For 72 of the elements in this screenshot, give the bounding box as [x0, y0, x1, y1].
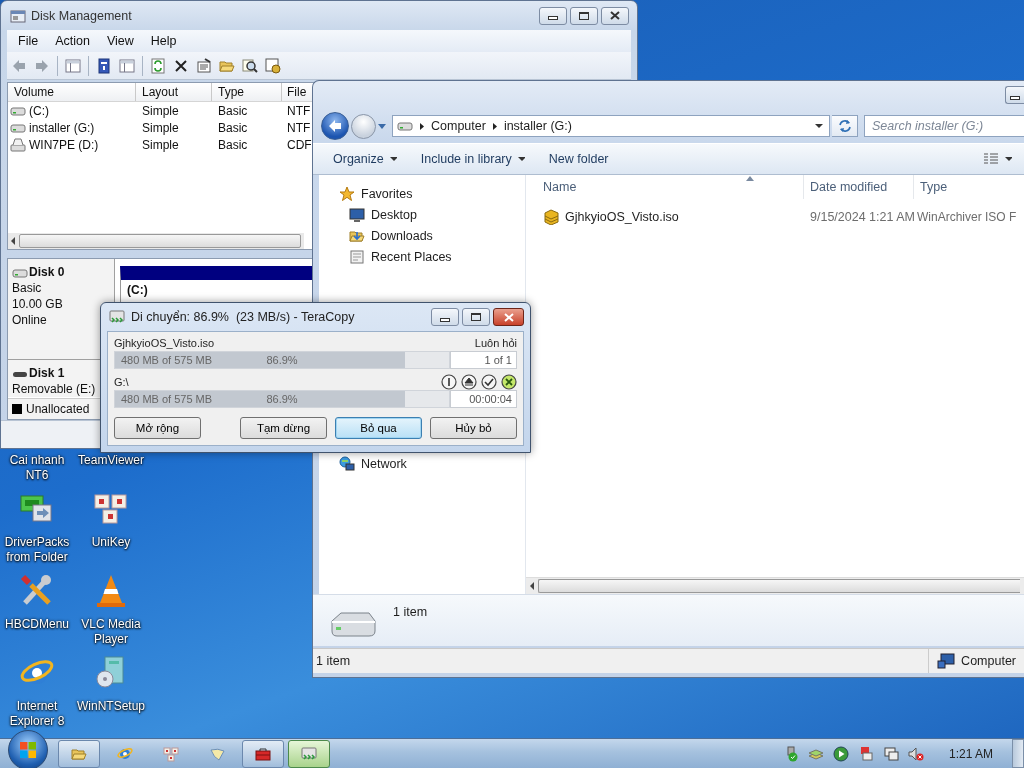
- dropdown-button[interactable]: Include in library: [412, 148, 533, 170]
- toolbar-button[interactable]: New folder: [540, 148, 617, 170]
- table-cell-text: NTF: [286, 103, 310, 118]
- type-cell-text: WinArchiver ISO F: [916, 210, 1018, 224]
- zone-text: Computer: [961, 654, 1016, 668]
- nav-item[interactable]: Desktop: [371, 207, 417, 222]
- address-bar[interactable]: Computer installer (G:): [392, 115, 830, 137]
- column-header[interactable]: Volume: [8, 83, 136, 101]
- disk-detail: Online: [12, 313, 48, 328]
- progress-percent: 86.9%: [266, 393, 298, 405]
- dialog-button[interactable]: Mở rộng: [114, 417, 201, 439]
- disk-detail: Basic: [12, 281, 43, 296]
- disk-detail: 10.00 GB: [12, 297, 64, 312]
- nav-item[interactable]: Network: [361, 456, 407, 471]
- progress-info: 00:00:04: [450, 390, 517, 408]
- table-cell-text: CDF: [286, 137, 310, 152]
- date-cell-text: 9/15/2024 1:21 AM: [809, 210, 914, 224]
- dialog-button[interactable]: Hủy bỏ: [430, 417, 517, 439]
- nav-item[interactable]: Favorites: [361, 186, 413, 201]
- breadcrumb-item[interactable]: Computer: [431, 119, 486, 133]
- column-header[interactable]: Type: [212, 83, 282, 101]
- status-text: 1 item: [316, 654, 351, 668]
- menu-item[interactable]: View: [98, 34, 143, 48]
- desktop-icon-label[interactable]: HBCDMenu: [1, 617, 73, 632]
- progress-amount: 480 MB of 575 MB: [121, 393, 213, 405]
- menu-item[interactable]: Action: [47, 34, 99, 48]
- table-cell-text: Basic: [217, 120, 249, 135]
- clock[interactable]: 1:21 AM: [948, 746, 993, 761]
- desktop-icon-label[interactable]: Internet Explorer 8: [1, 699, 73, 729]
- desktop-icon-label[interactable]: Cai nhanh NT6: [1, 453, 73, 483]
- progress-percent: 86.9%: [266, 354, 298, 366]
- table-cell-text: Simple: [141, 103, 180, 118]
- column-header[interactable]: Type: [914, 175, 1024, 199]
- disk-detail: Removable (E:): [12, 382, 97, 397]
- breadcrumb-item[interactable]: installer (G:): [503, 119, 572, 133]
- disk-name: Disk 0: [29, 265, 65, 280]
- column-header[interactable]: Name: [526, 175, 804, 199]
- table-cell-text: Basic: [217, 137, 249, 152]
- table-cell-text: NTF: [286, 120, 310, 135]
- destination-path: G:\: [114, 375, 129, 388]
- desktop-icon-label[interactable]: WinNTSetup: [75, 699, 147, 714]
- menu-item[interactable]: File: [10, 34, 48, 48]
- desktop-icon-label[interactable]: DriverPacks from Folder: [1, 535, 73, 565]
- desktop-icon-label[interactable]: UniKey: [75, 535, 147, 550]
- legend-label: Unallocated: [26, 402, 90, 416]
- nav-item[interactable]: Recent Places: [371, 249, 452, 264]
- table-cell-text: Basic: [217, 103, 249, 118]
- file-name: GjhkyioOS_Visto.iso: [114, 336, 215, 349]
- column-header[interactable]: File: [282, 83, 310, 101]
- window-title: Di chuyển: 86.9% (23 MB/s) - TeraCopy: [131, 310, 356, 324]
- column-header[interactable]: Date modified: [804, 175, 914, 199]
- dropdown-button[interactable]: Organize: [325, 148, 405, 170]
- desktop-icon-label[interactable]: TeamViewer: [75, 453, 147, 468]
- dialog-button[interactable]: Bỏ qua: [335, 417, 422, 439]
- disk-name: Disk 1: [29, 366, 65, 381]
- window-title: Disk Management: [31, 8, 133, 23]
- column-header[interactable]: Layout: [136, 83, 212, 101]
- search-field[interactable]: Search installer (G:): [864, 115, 1024, 137]
- progress-amount: 480 MB of 575 MB: [121, 354, 213, 366]
- progress-info: 1 of 1: [450, 351, 517, 369]
- menu-item[interactable]: Help: [142, 34, 186, 48]
- table-cell: installer (G:): [29, 120, 95, 135]
- table-cell-text: Simple: [141, 137, 180, 152]
- table-cell-text: Simple: [141, 120, 180, 135]
- item-count: 1 item: [393, 605, 428, 621]
- nav-item[interactable]: Downloads: [371, 228, 433, 243]
- table-cell: WIN7PE (D:): [29, 137, 99, 152]
- overwrite-mode[interactable]: Luôn hỏi: [474, 336, 517, 349]
- desktop-icon-label[interactable]: VLC Media Player: [75, 617, 147, 647]
- dialog-button[interactable]: Tạm dừng: [240, 417, 327, 439]
- table-cell: (C:): [29, 103, 49, 118]
- file-name[interactable]: GjhkyioOS_Visto.iso: [565, 210, 679, 224]
